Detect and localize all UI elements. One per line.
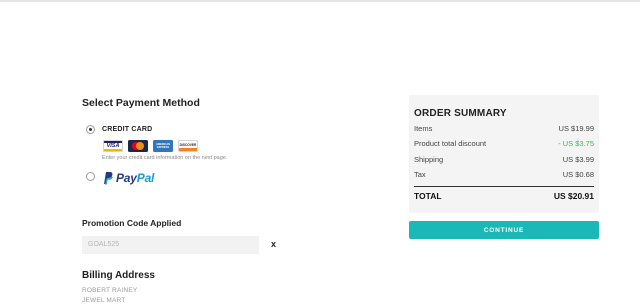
paypal-logo[interactable]: PayPal: [102, 170, 154, 186]
discover-card-icon: DISCOVER: [178, 140, 198, 152]
summary-row-discount: Product total discount - US $3.75: [414, 139, 594, 148]
credit-card-radio[interactable]: [86, 125, 95, 134]
promo-code-input[interactable]: GOAL525: [82, 236, 259, 254]
continue-button[interactable]: CONTINUE: [409, 221, 599, 239]
visa-card-icon: VISA: [103, 140, 123, 152]
credit-card-hint: Enter your credit card information on th…: [102, 155, 228, 161]
mastercard-icon: [128, 140, 148, 152]
summary-row-shipping: Shipping US $3.99: [414, 155, 594, 164]
summary-row-tax: Tax US $0.68: [414, 170, 594, 179]
order-summary-panel: ORDER SUMMARY Items US $19.99 Product tot…: [409, 95, 599, 213]
remove-promo-button[interactable]: x: [271, 239, 276, 249]
credit-card-label[interactable]: CREDIT CARD: [102, 126, 152, 133]
top-divider: [0, 0, 640, 2]
american-express-icon: AMERICAN EXPRESS: [153, 140, 173, 152]
order-summary-title: ORDER SUMMARY: [414, 108, 507, 119]
summary-row-total: TOTAL US $20.91: [414, 191, 594, 201]
promotion-code-title: Promotion Code Applied: [82, 218, 182, 228]
payment-method-title: Select Payment Method: [82, 97, 200, 109]
summary-divider: [414, 186, 594, 187]
billing-name: ROBERT RAINEY: [82, 287, 138, 294]
paypal-radio[interactable]: [86, 172, 95, 181]
billing-address-title: Billing Address: [82, 270, 155, 281]
summary-row-items: Items US $19.99: [414, 124, 594, 133]
paypal-icon: [102, 171, 113, 185]
